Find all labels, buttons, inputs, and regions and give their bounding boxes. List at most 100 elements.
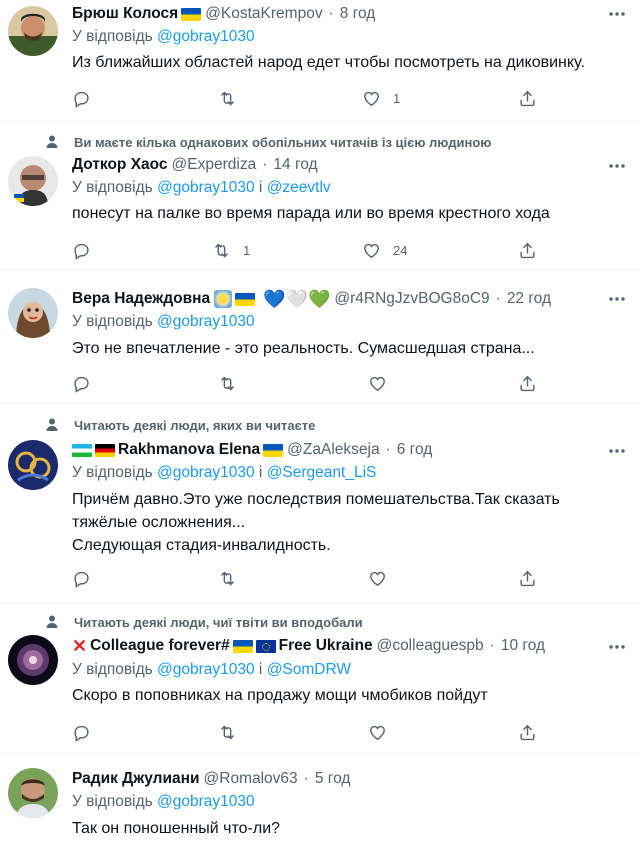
like-button[interactable] (368, 721, 387, 743)
reply-prefix: У відповідь (72, 464, 153, 481)
separator-dot: · (328, 5, 334, 22)
tweet-text: Причём давно.Это уже последствия помешат… (72, 488, 624, 557)
user-handle[interactable]: @r4RNgJzvBOG8oC9 (334, 290, 489, 308)
social-context: Читають деякі люди, яких ви читаєте (44, 416, 315, 434)
white-heart-icon: 🤍 (285, 289, 308, 309)
tweet-5[interactable]: Читають деякі люди, чиї твіти ви вподоба… (0, 604, 640, 754)
share-button[interactable] (518, 721, 537, 743)
display-name[interactable]: Радик Джулиани (72, 770, 200, 788)
like-button[interactable] (368, 567, 387, 589)
reply-mention[interactable]: @gobray1030 (157, 179, 255, 196)
timestamp[interactable]: 22 год (507, 290, 551, 308)
timestamp[interactable]: 5 год (315, 770, 351, 788)
reply-mention[interactable]: @gobray1030 (157, 793, 255, 810)
more-icon[interactable] (608, 163, 626, 169)
social-context: Читають деякі люди, чиї твіти ви вподоба… (44, 613, 363, 631)
social-context-text: Читають деякі люди, яких ви читаєте (74, 417, 316, 433)
user-handle[interactable]: @Romalov63 (204, 770, 298, 788)
avatar[interactable] (8, 156, 58, 206)
text-line: Из ближайших областей народ едет чтобы п… (72, 54, 585, 71)
tweet-text: Из ближайших областей народ едет чтобы п… (72, 51, 624, 74)
reply-button[interactable] (72, 87, 91, 109)
share-button[interactable] (518, 567, 537, 589)
like-icon (368, 569, 387, 588)
timestamp[interactable]: 8 год (340, 5, 376, 23)
reply-prefix: У відповідь (72, 28, 153, 45)
timestamp[interactable]: 10 год (501, 637, 545, 655)
reply-mention[interactable]: @gobray1030 (157, 313, 255, 330)
retweet-button[interactable] (218, 372, 237, 394)
reply-mention[interactable]: @gobray1030 (157, 28, 255, 45)
display-name[interactable]: Вера Надеждовна (72, 290, 210, 308)
like-icon (368, 374, 387, 393)
reply-button[interactable] (72, 567, 91, 589)
tweet-4[interactable]: Читають деякі люди, яких ви читаєте Rakh… (0, 404, 640, 604)
like-button[interactable]: 1 (362, 87, 400, 109)
user-handle[interactable]: @colleaguespb (377, 637, 484, 655)
reply-button[interactable] (72, 239, 91, 261)
user-handle[interactable]: @Experdiza (172, 156, 257, 174)
more-icon[interactable] (608, 11, 626, 17)
like-button[interactable]: 24 (362, 239, 407, 261)
share-icon (518, 89, 537, 108)
share-button[interactable] (518, 87, 537, 109)
ukraine-flag-icon (235, 292, 256, 306)
share-button[interactable] (518, 372, 537, 394)
display-name[interactable]: Доткор Хаос (72, 156, 168, 174)
more-icon[interactable] (608, 644, 626, 650)
display-name[interactable]: Free Ukraine (279, 637, 373, 655)
reply-button[interactable] (72, 721, 91, 743)
avatar[interactable] (8, 635, 58, 685)
tweet-2[interactable]: Ви маєте кілька однакових обопільних чит… (0, 122, 640, 270)
tweet-header: Rakhmanova Elena @ZaAlekseja · 6 год (72, 439, 596, 461)
display-name[interactable]: Rakhmanova Elena (118, 441, 260, 459)
retweet-button[interactable] (218, 721, 237, 743)
reply-mention[interactable]: @Sergeant_LiS (267, 464, 377, 481)
more-icon[interactable] (608, 296, 626, 302)
more-icon[interactable] (608, 448, 626, 454)
retweet-icon (212, 241, 231, 260)
display-name[interactable]: Брюш Колося (72, 5, 178, 23)
reply-button[interactable] (72, 372, 91, 394)
retweet-icon (218, 723, 237, 742)
red-cross-icon: ✕ (72, 635, 88, 656)
separator-dot: · (385, 441, 391, 458)
uzbekistan-flag-icon (72, 443, 92, 457)
reply-conjunction: і (258, 179, 263, 196)
avatar[interactable] (8, 288, 58, 338)
retweet-button[interactable] (218, 87, 237, 109)
share-button[interactable] (518, 239, 537, 261)
tweet-header: ✕ Colleague forever# Free Ukraine @colle… (72, 635, 596, 657)
tweet-1[interactable]: Брюш Колося @KostaKrempov · 8 год У відп… (0, 0, 640, 122)
tweet-3[interactable]: Вера Надеждовна 💙 🤍 💚 @r4RNgJzvBOG8oC9 ·… (0, 270, 640, 404)
timestamp[interactable]: 14 год (273, 156, 317, 174)
reply-context: У відповідь @gobray1030 і @Sergeant_LiS (72, 464, 376, 486)
reply-context: У відповідь @gobray1030 (72, 313, 255, 335)
display-name[interactable]: Colleague forever# (90, 637, 230, 655)
reply-prefix: У відповідь (72, 661, 153, 678)
reply-mention[interactable]: @gobray1030 (157, 464, 255, 481)
like-button[interactable] (368, 372, 387, 394)
retweet-button[interactable]: 1 (212, 239, 250, 261)
avatar[interactable] (8, 768, 58, 818)
text-line: Это не впечатление - это реальность. Сум… (72, 340, 535, 357)
user-handle[interactable]: @ZaAlekseja (287, 441, 379, 459)
reply-mention[interactable]: @zeevtlv (267, 179, 331, 196)
tweet-text: Это не впечатление - это реальность. Сум… (72, 337, 624, 360)
social-context-text: Ви маєте кілька однакових обопільних чит… (74, 134, 492, 150)
avatar[interactable] (8, 440, 58, 490)
reply-mention[interactable]: @SomDRW (267, 661, 351, 678)
action-bar: 1 (72, 87, 552, 109)
ukraine-flag-icon (263, 443, 284, 457)
user-handle[interactable]: @KostaKrempov (205, 5, 322, 23)
tweet-6[interactable]: Радик Джулиани @Romalov63 · 5 год У відп… (0, 754, 640, 848)
timestamp[interactable]: 6 год (397, 441, 433, 459)
action-bar (72, 372, 552, 394)
reply-context: У відповідь @gobray1030 (72, 28, 255, 50)
separator-dot: · (495, 290, 501, 307)
tweet-text: Скоро в поповниках на продажу мощи чмоби… (72, 684, 624, 707)
reply-mention[interactable]: @gobray1030 (157, 661, 255, 678)
retweet-button[interactable] (218, 567, 237, 589)
avatar[interactable] (8, 6, 58, 56)
like-icon (362, 89, 381, 108)
